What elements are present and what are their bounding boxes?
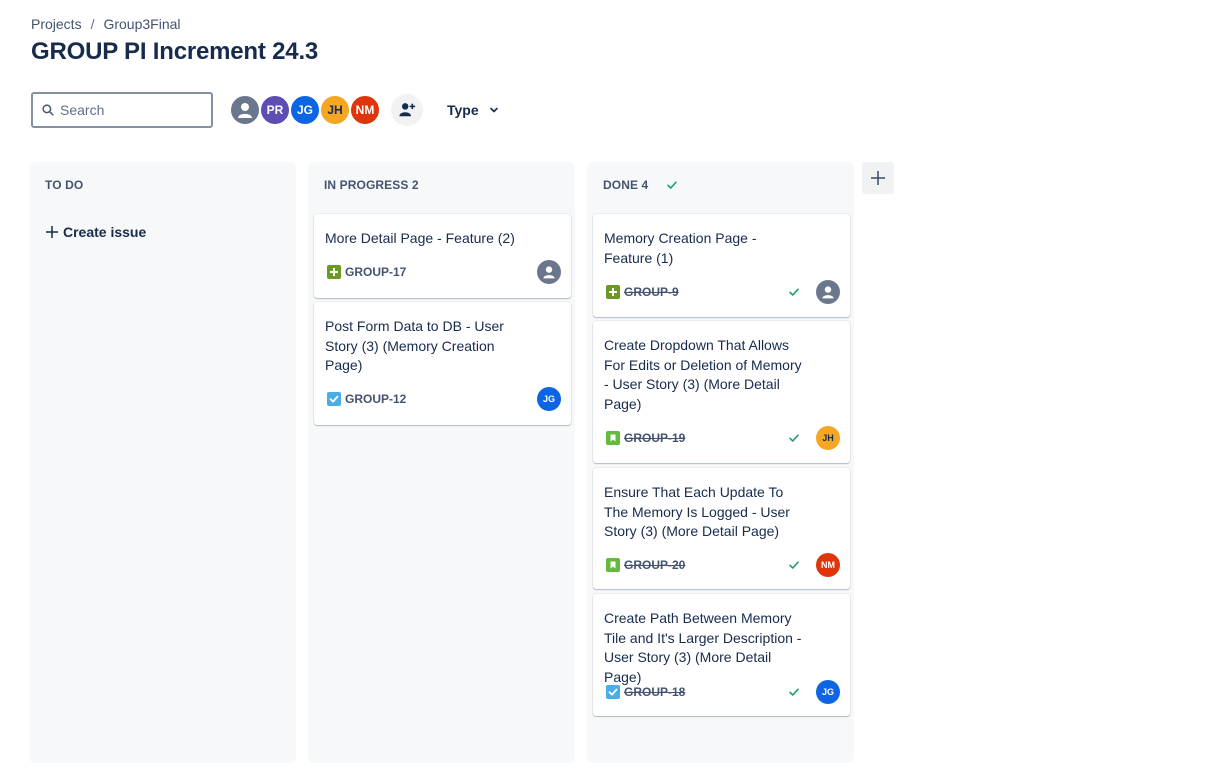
create-issue-button[interactable]: Create issue [45, 224, 146, 240]
issue-card[interactable]: Create Dropdown That Allows For Edits or… [593, 321, 850, 463]
issue-footer: GROUP-9 [606, 280, 840, 304]
search-input[interactable] [60, 102, 190, 118]
avatar-pr[interactable]: PR [259, 94, 291, 126]
assignee-avatar[interactable]: JG [816, 680, 840, 704]
check-icon [667, 181, 678, 189]
issue-title: Post Form Data to DB - User Story (3) (M… [325, 318, 504, 374]
issue-title: Create Path Between Memory Tile and It's… [604, 610, 802, 685]
issue-footer: GROUP-18 JG [606, 680, 840, 704]
search-icon [42, 104, 54, 116]
task-icon [606, 685, 620, 699]
check-icon [789, 688, 799, 696]
type-filter-label: Type [447, 102, 479, 118]
issue-card[interactable]: More Detail Page - Feature (2) GROUP-17 [314, 214, 571, 298]
create-issue-label: Create issue [63, 224, 147, 240]
avatar-nm[interactable]: NM [349, 94, 381, 126]
assignee-avatar[interactable]: JH [816, 426, 840, 450]
issue-footer: GROUP-20 NM [606, 553, 840, 577]
issue-card[interactable]: Create Path Between Memory Tile and It's… [593, 594, 850, 716]
feature-icon [606, 285, 620, 299]
avatar-jg[interactable]: JG [289, 94, 321, 126]
assignee-avatar[interactable] [537, 260, 561, 284]
column-header: DONE 4 [603, 178, 678, 192]
issue-key[interactable]: GROUP-19 [624, 431, 685, 445]
issue-title: Create Dropdown That Allows For Edits or… [604, 337, 802, 412]
check-icon [789, 561, 799, 569]
column-done: DONE 4 Memory Creation Page - Feature (1… [587, 162, 854, 763]
add-column-button[interactable] [862, 162, 894, 194]
check-icon [789, 434, 799, 442]
add-people-button[interactable] [391, 94, 423, 126]
issue-card[interactable]: Post Form Data to DB - User Story (3) (M… [314, 302, 571, 425]
issue-footer: GROUP-17 [327, 260, 561, 284]
assignee-avatar[interactable] [816, 280, 840, 304]
column-title: DONE 4 [603, 178, 649, 192]
person-icon [238, 103, 252, 118]
column-header: TO DO [45, 178, 84, 192]
check-icon [789, 288, 799, 296]
avatar-jh[interactable]: JH [319, 94, 351, 126]
column-header: IN PROGRESS 2 [324, 178, 419, 192]
column-in-progress: IN PROGRESS 2 More Detail Page - Feature… [308, 162, 575, 763]
page-title: GROUP PI Increment 24.3 [31, 38, 319, 65]
avatar-unassigned[interactable] [229, 94, 261, 126]
task-icon [327, 392, 341, 406]
chevron-down-icon [489, 107, 498, 113]
issue-title: Ensure That Each Update To The Memory Is… [604, 484, 790, 540]
issue-card[interactable]: Ensure That Each Update To The Memory Is… [593, 468, 850, 589]
issue-key[interactable]: GROUP-9 [624, 285, 679, 299]
issue-footer: GROUP-12 JG [327, 387, 561, 411]
plus-icon [46, 226, 58, 238]
issue-key[interactable]: GROUP-17 [345, 265, 406, 279]
story-icon [606, 431, 620, 445]
issue-card[interactable]: Memory Creation Page - Feature (1) GROUP… [593, 214, 850, 317]
column-todo: TO DO Create issue [29, 162, 296, 763]
assignee-avatar[interactable]: JG [537, 387, 561, 411]
assignee-avatar[interactable]: NM [816, 553, 840, 577]
person-icon [543, 266, 555, 279]
search-box[interactable] [31, 92, 213, 128]
board-toolbar: PR JG JH NM Type [31, 92, 499, 128]
breadcrumb-project-link[interactable]: Group3Final [103, 16, 180, 32]
assignee-avatar-group: PR JG JH NM [229, 94, 381, 126]
breadcrumb: Projects / Group3Final [31, 16, 181, 32]
issue-key[interactable]: GROUP-12 [345, 392, 406, 406]
plus-icon [871, 171, 885, 185]
type-filter-button[interactable]: Type [447, 102, 499, 118]
issue-title: More Detail Page - Feature (2) [325, 230, 515, 246]
story-icon [606, 558, 620, 572]
issue-title: Memory Creation Page - Feature (1) [604, 230, 757, 266]
add-person-icon [399, 103, 416, 117]
person-icon [822, 286, 834, 299]
issue-key[interactable]: GROUP-18 [624, 685, 685, 699]
feature-icon [327, 265, 341, 279]
issue-footer: GROUP-19 JH [606, 426, 840, 450]
issue-key[interactable]: GROUP-20 [624, 558, 685, 572]
breadcrumb-separator: / [90, 16, 95, 32]
breadcrumb-projects-link[interactable]: Projects [31, 16, 82, 32]
